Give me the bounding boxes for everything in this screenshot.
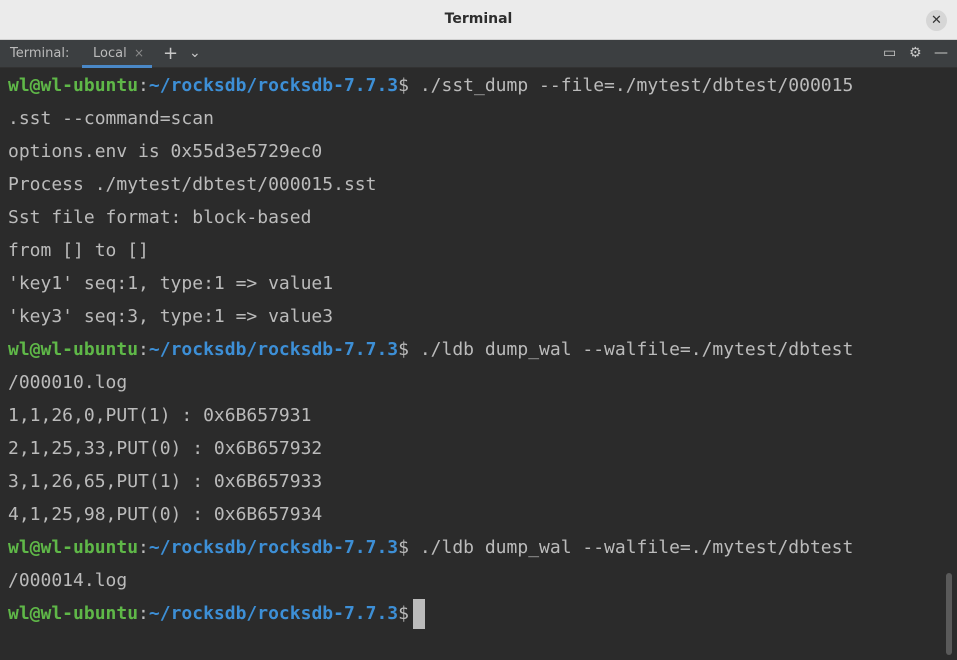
prompt-symbol: $ [398, 603, 409, 624]
command-text: ./ldb dump_wal --walfile=./mytest/dbtest [408, 537, 854, 558]
toolbar-label: Terminal: [10, 46, 70, 61]
prompt-user: wl@wl-ubuntu [8, 75, 139, 96]
window-titlebar: Terminal ✕ [0, 0, 957, 40]
gear-icon[interactable]: ⚙ [909, 45, 922, 61]
prompt-line: wl@wl-ubuntu:~/rocksdb/rocksdb-7.7.3$ ./… [8, 531, 853, 564]
prompt-symbol: $ [398, 75, 409, 96]
prompt-user: wl@wl-ubuntu [8, 339, 139, 360]
output-line: .sst --command=scan [8, 108, 214, 129]
prompt-path: ~/rocksdb/rocksdb-7.7.3 [148, 339, 399, 360]
prompt-colon: : [138, 339, 149, 360]
output-line: options.env is 0x55d3e5729ec0 [8, 141, 323, 162]
tab-close-icon[interactable]: × [134, 46, 144, 60]
prompt-path: ~/rocksdb/rocksdb-7.7.3 [148, 603, 399, 624]
output-line: 4,1,25,98,PUT(0) : 0x6B657934 [8, 504, 323, 525]
minimize-icon[interactable]: — [934, 45, 948, 61]
new-tab-icon[interactable]: + [163, 43, 178, 64]
prompt-symbol: $ [398, 339, 409, 360]
prompt-line: wl@wl-ubuntu:~/rocksdb/rocksdb-7.7.3$ ./… [8, 333, 853, 366]
output-line: from [] to [] [8, 240, 149, 261]
output-line: Sst file format: block-based [8, 207, 312, 228]
prompt-path: ~/rocksdb/rocksdb-7.7.3 [148, 75, 399, 96]
tab-local[interactable]: Local × [82, 40, 152, 68]
scrollbar-thumb[interactable] [946, 573, 952, 655]
tab-label: Local [93, 46, 127, 61]
command-text: ./sst_dump --file=./mytest/dbtest/000015 [408, 75, 854, 96]
output-line: 3,1,26,65,PUT(1) : 0x6B657933 [8, 471, 323, 492]
prompt-path: ~/rocksdb/rocksdb-7.7.3 [148, 537, 399, 558]
text-cursor [412, 599, 425, 629]
command-text: ./ldb dump_wal --walfile=./mytest/dbtest [408, 339, 854, 360]
chevron-down-icon[interactable]: ⌄ [189, 45, 201, 61]
prompt-colon: : [138, 603, 149, 624]
close-icon[interactable]: ✕ [926, 10, 947, 31]
prompt-line: wl@wl-ubuntu:~/rocksdb/rocksdb-7.7.3$ [8, 597, 425, 630]
terminal-toolbar: Terminal: Local × + ⌄ ▭ ⚙ — [0, 40, 957, 68]
terminal-output[interactable]: wl@wl-ubuntu:~/rocksdb/rocksdb-7.7.3$ ./… [0, 69, 944, 660]
scrollbar-track[interactable] [944, 69, 957, 660]
window-title: Terminal [444, 11, 513, 27]
prompt-colon: : [138, 75, 149, 96]
output-line: Process ./mytest/dbtest/000015.sst [8, 174, 377, 195]
output-line: 1,1,26,0,PUT(1) : 0x6B657931 [8, 405, 312, 426]
output-line: 2,1,25,33,PUT(0) : 0x6B657932 [8, 438, 323, 459]
output-line: /000010.log [8, 372, 128, 393]
prompt-colon: : [138, 537, 149, 558]
prompt-line: wl@wl-ubuntu:~/rocksdb/rocksdb-7.7.3$ ./… [8, 69, 853, 102]
output-line: 'key3' seq:3, type:1 => value3 [8, 306, 334, 327]
maximize-icon[interactable]: ▭ [883, 45, 896, 61]
prompt-user: wl@wl-ubuntu [8, 603, 139, 624]
prompt-user: wl@wl-ubuntu [8, 537, 139, 558]
output-line: /000014.log [8, 570, 128, 591]
output-line: 'key1' seq:1, type:1 => value1 [8, 273, 334, 294]
prompt-symbol: $ [398, 537, 409, 558]
